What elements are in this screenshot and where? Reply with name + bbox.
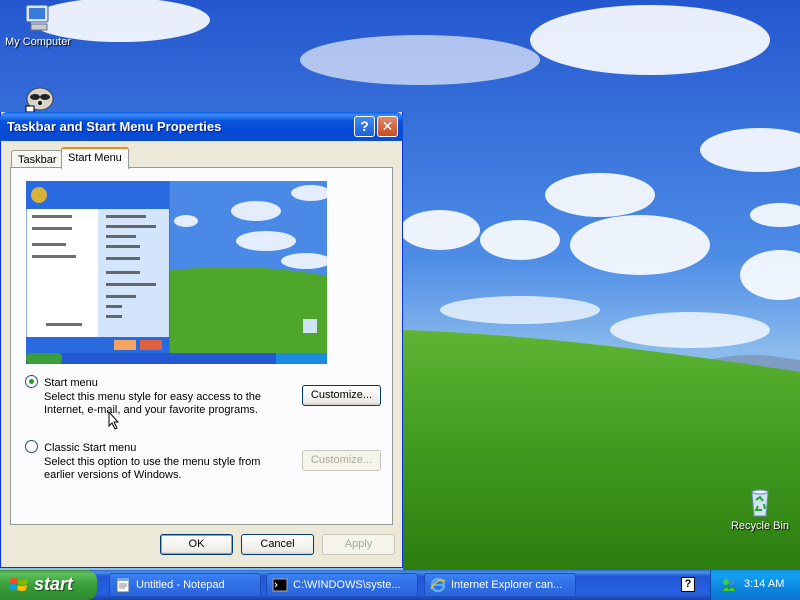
- start-menu-radio-button[interactable]: [25, 375, 38, 388]
- my-computer-desktop-icon[interactable]: My Computer: [0, 2, 76, 48]
- tab-start-menu-label: Start Menu: [68, 152, 122, 164]
- customize-classic-menu-button: Customize...: [302, 450, 381, 471]
- classic-start-menu-radio-button[interactable]: [25, 440, 38, 453]
- recycle-bin-label: Recycle Bin: [730, 520, 790, 532]
- classic-start-menu-radio[interactable]: Classic Start menu: [25, 440, 136, 454]
- customize-classic-label: Customize...: [310, 454, 373, 466]
- cmd-icon: [272, 578, 288, 592]
- task-ie-label: Internet Explorer can...: [451, 579, 563, 591]
- tab-start-menu[interactable]: Start Menu: [61, 147, 129, 169]
- start-label: start: [34, 574, 74, 594]
- clock[interactable]: 3:14 AM: [744, 578, 784, 590]
- raccoon-shortcut-desktop-icon[interactable]: [2, 82, 78, 114]
- system-tray: 3:14 AM: [710, 570, 800, 600]
- taskbar-start-menu-properties-dialog: Taskbar and Start Menu Properties ? ✕ Ta…: [0, 112, 403, 568]
- taskbar: start Untitled - Notepad C:\WINDOWS\syst…: [0, 570, 800, 600]
- windows-logo-icon: [9, 578, 28, 591]
- customize-label: Customize...: [310, 389, 373, 401]
- close-button[interactable]: ✕: [377, 116, 398, 137]
- computer-icon: [25, 4, 49, 31]
- apply-button: Apply: [322, 534, 395, 555]
- tab-taskbar-label: Taskbar: [18, 154, 57, 166]
- ok-button[interactable]: OK: [160, 534, 233, 555]
- my-computer-label: My Computer: [4, 36, 72, 48]
- notepad-icon: [116, 577, 130, 593]
- ie-icon: [430, 577, 446, 593]
- preview-image: [26, 181, 327, 364]
- start-menu-preview: [26, 181, 327, 364]
- help-icon: ?: [360, 118, 369, 134]
- customize-start-menu-button[interactable]: Customize...: [302, 385, 381, 406]
- messenger-icon[interactable]: [721, 577, 737, 593]
- task-cmd-label: C:\WINDOWS\syste...: [293, 579, 401, 591]
- close-icon: ✕: [381, 118, 394, 134]
- help-tray-icon[interactable]: ?: [681, 577, 695, 592]
- apply-label: Apply: [344, 538, 373, 550]
- classic-start-menu-description: Select this option to use the menu style…: [44, 456, 261, 481]
- help-button[interactable]: ?: [354, 116, 375, 137]
- dialog-titlebar[interactable]: Taskbar and Start Menu Properties ? ✕: [0, 112, 403, 141]
- task-internet-explorer[interactable]: Internet Explorer can...: [424, 573, 576, 597]
- start-menu-description: Select this menu style for easy access t…: [44, 391, 262, 416]
- start-menu-radio-label: Start menu: [44, 377, 98, 389]
- cancel-label: Cancel: [260, 538, 295, 550]
- start-menu-radio[interactable]: Start menu: [25, 375, 98, 389]
- start-button[interactable]: start: [0, 570, 97, 600]
- mouse-cursor-icon: [108, 411, 120, 430]
- recycle-bin-icon: [751, 489, 769, 517]
- raccoon-icon: [25, 87, 54, 112]
- ok-label: OK: [188, 538, 205, 550]
- cancel-button[interactable]: Cancel: [241, 534, 314, 555]
- task-cmd[interactable]: C:\WINDOWS\syste...: [266, 573, 418, 597]
- task-notepad[interactable]: Untitled - Notepad: [109, 573, 261, 597]
- classic-start-menu-radio-label: Classic Start menu: [44, 442, 137, 454]
- recycle-bin-desktop-icon[interactable]: Recycle Bin: [722, 486, 798, 532]
- dialog-title: Taskbar and Start Menu Properties: [7, 119, 222, 134]
- task-notepad-label: Untitled - Notepad: [136, 579, 225, 591]
- start-menu-tab-panel: Start menu Select this menu style for ea…: [10, 167, 393, 525]
